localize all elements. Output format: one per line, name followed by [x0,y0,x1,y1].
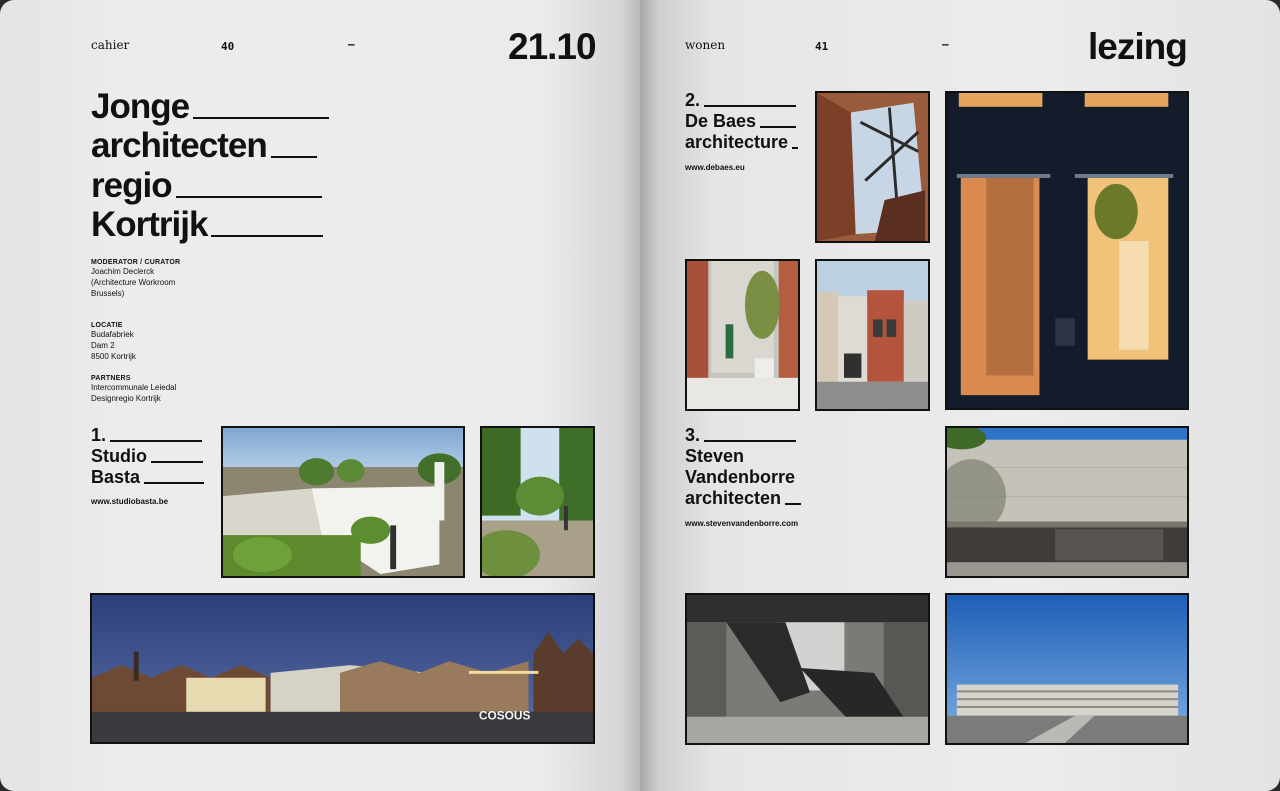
event-type-heading: lezing [1088,26,1188,67]
photo-studio-basta-courtyard [221,426,465,578]
architect-3-url: www.stevenvandenborre.com [685,519,799,528]
photo-de-baes-interior [685,259,800,411]
location-block: LOCATIE Budafabriek Dam 2 8500 Kortrijk [91,322,136,361]
architect-1-title: 1. Studio Basta [91,425,205,488]
left-page: cahier 40 – 21.10 Jonge architecten regi… [0,0,640,791]
right-page: wonen 41 – lezing 2. De Baes architectur… [640,0,1280,791]
header-dash: – [348,38,355,51]
title-line-4: Kortrijk [91,205,324,245]
page-number: 41 [815,40,829,53]
photo-de-baes-skylight [815,91,930,243]
photo-de-baes-night-facade [945,91,1189,410]
title-line-3: regio [91,166,322,206]
partners-block: PARTNERS Intercommunale Leiedal Designre… [91,375,177,403]
section-label: wonen [685,38,726,52]
sign-text: COSOUS [479,710,531,723]
photo-vandenborre-concrete-house [945,426,1189,578]
section-label: cahier [91,38,130,52]
page-number: 40 [221,40,235,53]
title-line-1: Jonge [91,87,330,127]
architect-2-title: 2. De Baes architecture [685,90,799,153]
header-dash: – [942,38,949,51]
title-line-2: architecten [91,126,317,166]
magazine-spread: cahier 40 – 21.10 Jonge architecten regi… [0,0,1280,791]
moderator-block: MODERATOR / CURATOR Joachim Declerck (Ar… [91,259,181,298]
photo-vandenborre-office-building [945,593,1189,745]
photo-vandenborre-stair-interior [685,593,930,745]
photo-de-baes-street [815,259,930,411]
event-date: 21.10 [508,26,597,67]
architect-3-title: 3. Steven Vandenborre architecten [685,425,802,509]
architect-2-url: www.debaes.eu [685,163,745,172]
photo-budafabriek-night: COSOUS [90,593,595,744]
photo-studio-basta-garden [480,426,595,578]
architect-1-url: www.studiobasta.be [91,497,169,506]
